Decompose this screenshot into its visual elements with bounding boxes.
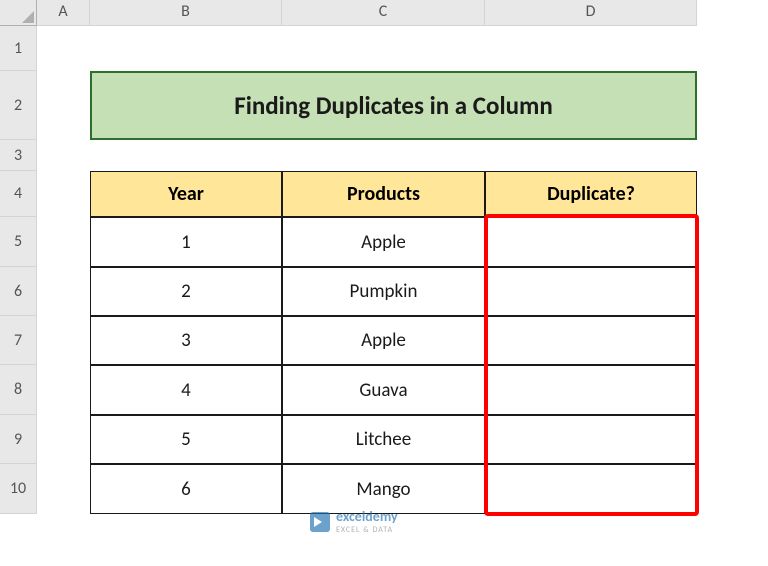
- row-header-7[interactable]: 7: [0, 316, 37, 365]
- cell-dup[interactable]: [485, 316, 697, 365]
- cell-A6[interactable]: [37, 267, 90, 316]
- row-header-6[interactable]: 6: [0, 267, 37, 316]
- cell-dup[interactable]: [485, 365, 697, 415]
- cell-C1[interactable]: [282, 26, 485, 71]
- cell-year[interactable]: 2: [90, 267, 282, 316]
- cell-dup[interactable]: [485, 415, 697, 464]
- row-header-2[interactable]: 2: [0, 71, 37, 140]
- col-header-D[interactable]: D: [485, 0, 697, 26]
- cell-dup[interactable]: [485, 267, 697, 316]
- cell-B3[interactable]: [90, 140, 282, 171]
- watermark-icon: [310, 512, 330, 532]
- select-all-corner[interactable]: [0, 0, 37, 26]
- cell-D1[interactable]: [485, 26, 697, 71]
- spreadsheet-grid: A B C D 1 2 Finding Duplicates in a Colu…: [0, 0, 768, 514]
- cell-year[interactable]: 4: [90, 365, 282, 415]
- cell-year[interactable]: 6: [90, 464, 282, 514]
- row-header-1[interactable]: 1: [0, 26, 37, 71]
- row-header-8[interactable]: 8: [0, 365, 37, 415]
- cell-A1[interactable]: [37, 26, 90, 71]
- cell-dup[interactable]: [485, 464, 697, 514]
- cell-product[interactable]: Guava: [282, 365, 485, 415]
- cell-product[interactable]: Litchee: [282, 415, 485, 464]
- cell-year[interactable]: 5: [90, 415, 282, 464]
- cell-A4[interactable]: [37, 171, 90, 217]
- cell-year[interactable]: 3: [90, 316, 282, 365]
- col-header-A[interactable]: A: [37, 0, 90, 26]
- cell-year[interactable]: 1: [90, 217, 282, 267]
- cell-B1[interactable]: [90, 26, 282, 71]
- cell-A5[interactable]: [37, 217, 90, 267]
- row-header-9[interactable]: 9: [0, 415, 37, 464]
- cell-A7[interactable]: [37, 316, 90, 365]
- cell-dup[interactable]: [485, 217, 697, 267]
- header-products[interactable]: Products: [282, 171, 485, 217]
- col-header-B[interactable]: B: [90, 0, 282, 26]
- cell-product[interactable]: Apple: [282, 217, 485, 267]
- cell-D3[interactable]: [485, 140, 697, 171]
- cell-product[interactable]: Pumpkin: [282, 267, 485, 316]
- header-year[interactable]: Year: [90, 171, 282, 217]
- cell-C3[interactable]: [282, 140, 485, 171]
- watermark-sub: EXCEL & DATA: [336, 525, 398, 535]
- row-header-10[interactable]: 10: [0, 464, 37, 514]
- row-header-5[interactable]: 5: [0, 217, 37, 267]
- header-duplicate[interactable]: Duplicate?: [485, 171, 697, 217]
- col-header-C[interactable]: C: [282, 0, 485, 26]
- cell-A10[interactable]: [37, 464, 90, 514]
- row-header-3[interactable]: 3: [0, 140, 37, 171]
- cell-A8[interactable]: [37, 365, 90, 415]
- cell-A3[interactable]: [37, 140, 90, 171]
- row-header-4[interactable]: 4: [0, 171, 37, 217]
- title-cell[interactable]: Finding Duplicates in a Column: [90, 71, 697, 140]
- cell-A2[interactable]: [37, 71, 90, 140]
- cell-A9[interactable]: [37, 415, 90, 464]
- cell-product[interactable]: Apple: [282, 316, 485, 365]
- cell-product[interactable]: Mango: [282, 464, 485, 514]
